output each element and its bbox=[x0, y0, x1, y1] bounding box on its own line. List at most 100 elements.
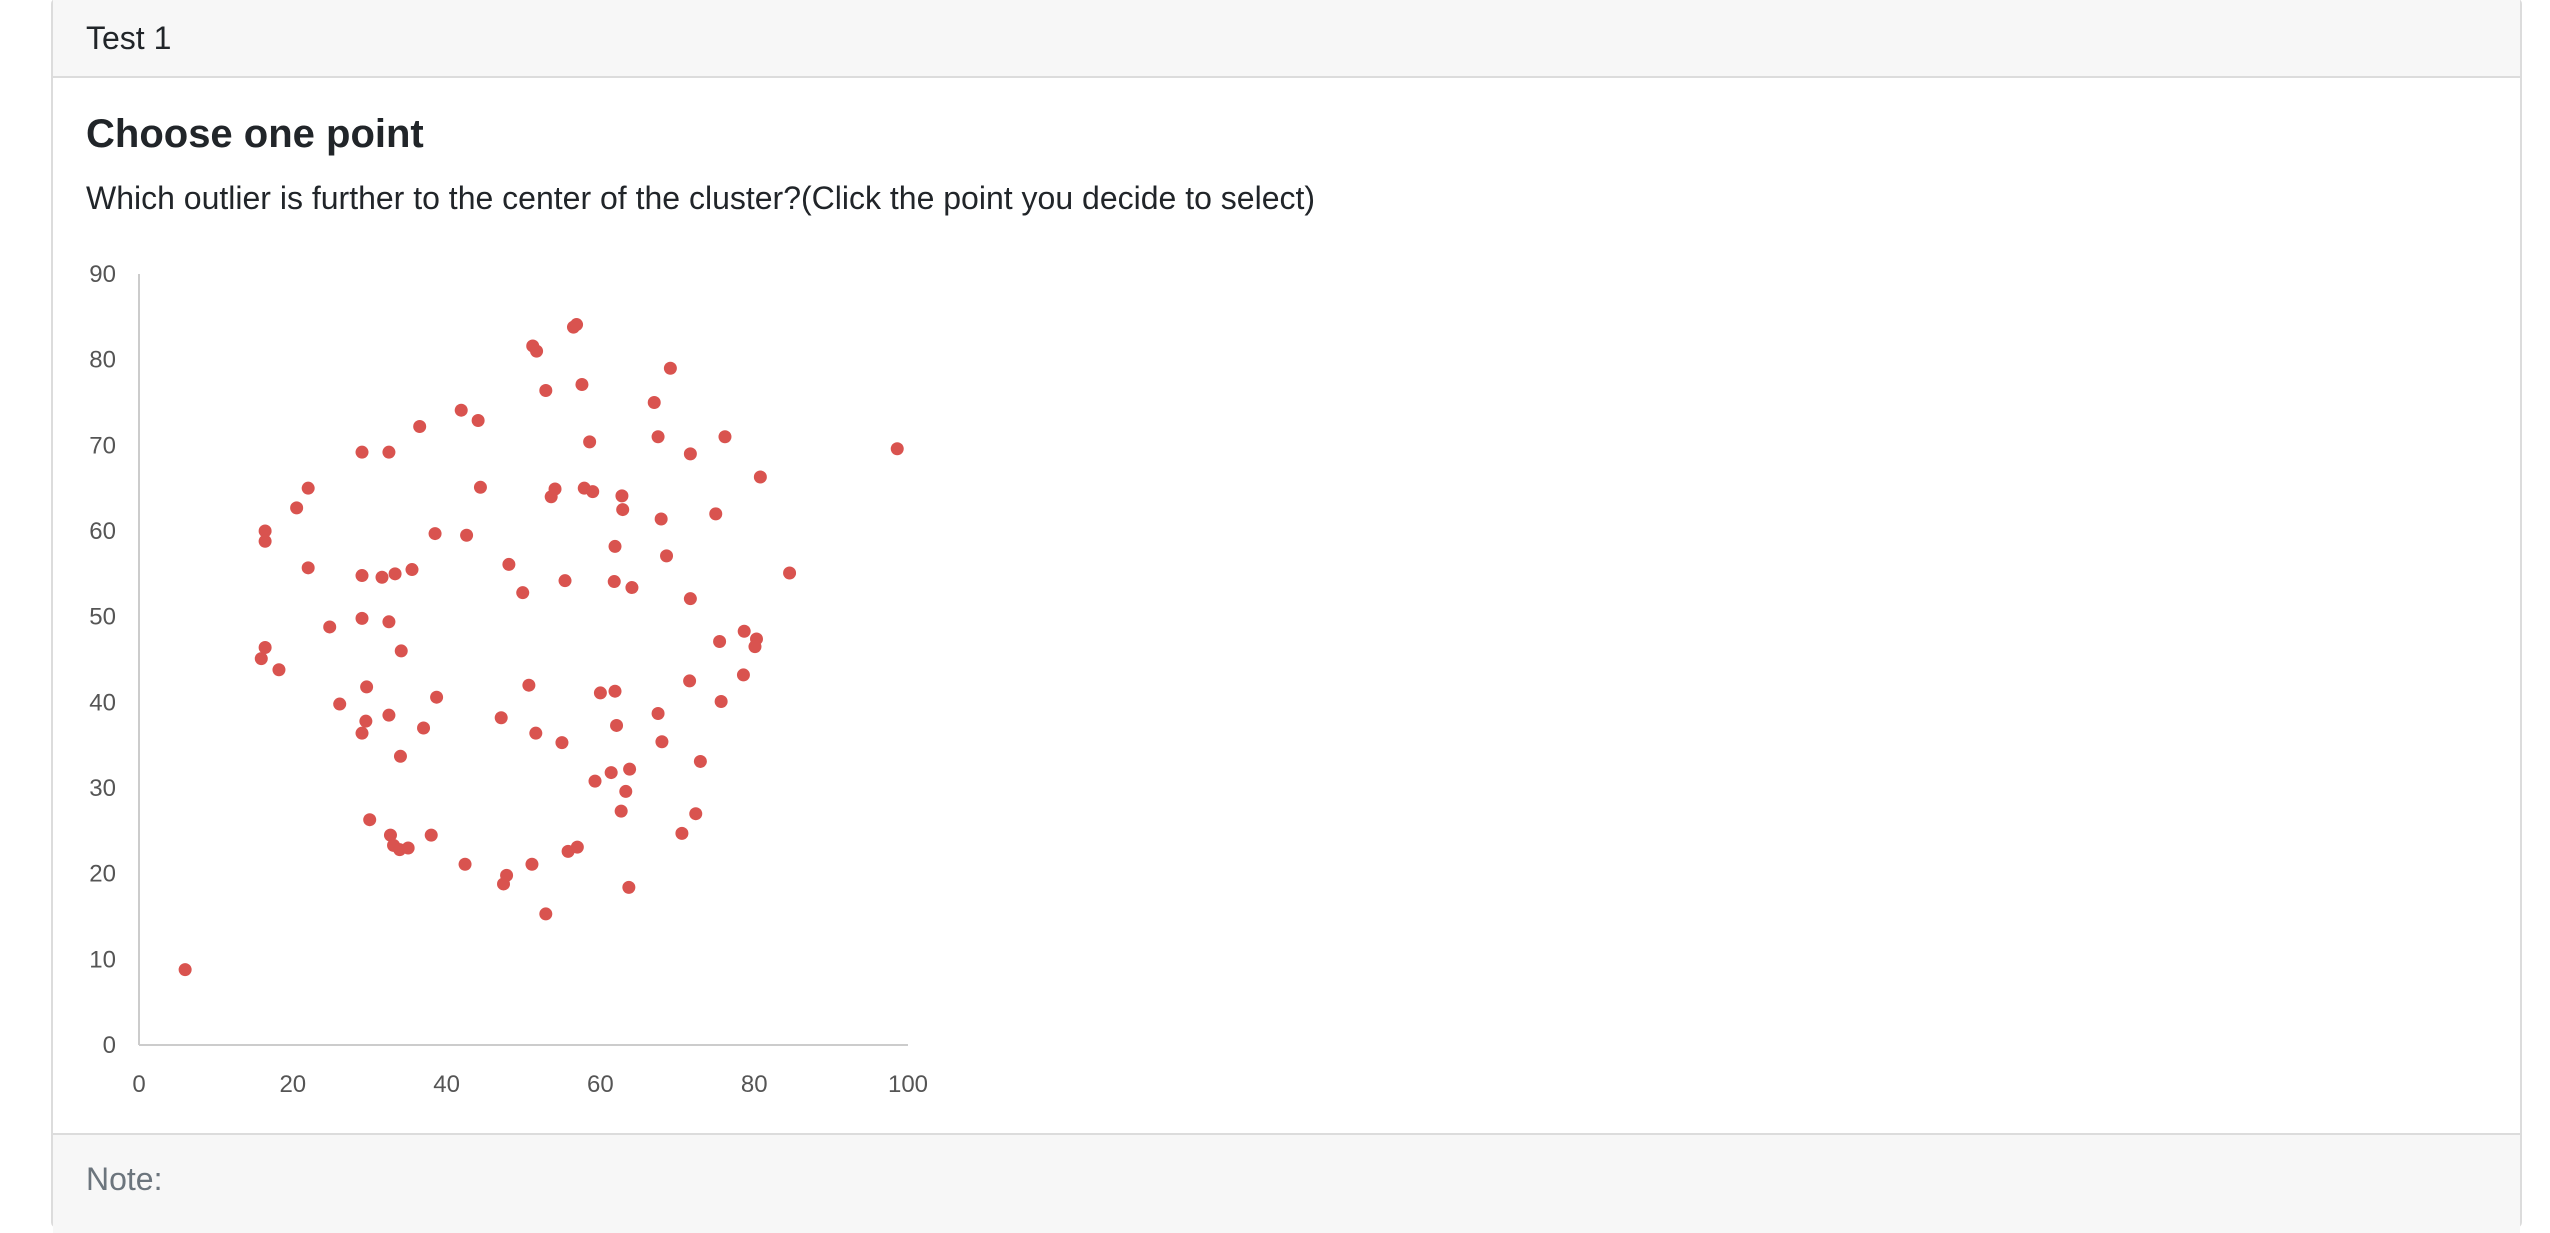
scatter-point[interactable] bbox=[355, 726, 369, 740]
scatter-point[interactable] bbox=[539, 907, 553, 921]
x-tick-label: 100 bbox=[888, 1071, 928, 1098]
scatter-point[interactable] bbox=[583, 435, 597, 449]
scatter-point[interactable] bbox=[254, 652, 268, 666]
scatter-point[interactable] bbox=[394, 644, 408, 658]
scatter-point[interactable] bbox=[689, 807, 703, 821]
scatter-point[interactable] bbox=[382, 445, 396, 459]
scatter-point[interactable] bbox=[413, 419, 427, 433]
scatter-point[interactable] bbox=[424, 828, 438, 842]
scatter-point[interactable] bbox=[718, 430, 732, 444]
scatter-point[interactable] bbox=[539, 384, 553, 398]
scatter-point[interactable] bbox=[675, 826, 689, 840]
scatter-point[interactable] bbox=[525, 857, 539, 871]
scatter-point[interactable] bbox=[647, 396, 661, 409]
scatter-point[interactable] bbox=[709, 507, 723, 521]
scatter-point[interactable] bbox=[355, 445, 369, 459]
scatter-point[interactable] bbox=[363, 813, 377, 827]
scatter-point[interactable] bbox=[548, 482, 562, 496]
scatter-point[interactable] bbox=[522, 678, 536, 692]
scatter-point[interactable] bbox=[460, 528, 474, 542]
chart-points[interactable] bbox=[178, 318, 904, 977]
scatter-point[interactable] bbox=[622, 880, 636, 894]
y-tick-label: 90 bbox=[89, 261, 116, 288]
scatter-point[interactable] bbox=[405, 563, 419, 577]
scatter-point[interactable] bbox=[713, 635, 727, 649]
scatter-point[interactable] bbox=[783, 566, 797, 580]
scatter-point[interactable] bbox=[178, 963, 192, 977]
x-tick-label: 60 bbox=[587, 1071, 614, 1098]
scatter-point[interactable] bbox=[272, 663, 286, 677]
scatter-point[interactable] bbox=[529, 726, 543, 740]
scatter-point[interactable] bbox=[625, 581, 639, 595]
y-tick-label: 0 bbox=[103, 1032, 116, 1059]
scatter-point[interactable] bbox=[502, 557, 516, 571]
scatter-point[interactable] bbox=[382, 615, 396, 629]
scatter-point[interactable] bbox=[355, 569, 369, 583]
scatter-point[interactable] bbox=[516, 586, 530, 600]
scatter-point[interactable] bbox=[473, 480, 487, 494]
scatter-point[interactable] bbox=[619, 784, 633, 798]
scatter-point[interactable] bbox=[471, 413, 485, 427]
scatter-point[interactable] bbox=[607, 575, 621, 589]
scatter-point[interactable] bbox=[401, 841, 415, 855]
scatter-point[interactable] bbox=[393, 749, 407, 763]
scatter-point[interactable] bbox=[714, 694, 728, 708]
scatter-point[interactable] bbox=[616, 503, 630, 517]
scatter-point[interactable] bbox=[588, 774, 602, 788]
scatter-point[interactable] bbox=[586, 485, 600, 499]
scatter-point[interactable] bbox=[610, 718, 624, 732]
scatter-point[interactable] bbox=[753, 470, 767, 484]
scatter-point[interactable] bbox=[683, 674, 697, 688]
scatter-point[interactable] bbox=[258, 641, 272, 655]
scatter-point[interactable] bbox=[500, 868, 514, 882]
scatter-point[interactable] bbox=[428, 527, 442, 541]
scatter-point[interactable] bbox=[359, 714, 373, 728]
scatter-point[interactable] bbox=[458, 857, 472, 871]
scatter-point[interactable] bbox=[333, 697, 347, 711]
scatter-point[interactable] bbox=[748, 640, 762, 654]
scatter-point[interactable] bbox=[737, 624, 751, 638]
scatter-point[interactable] bbox=[654, 512, 668, 526]
scatter-point[interactable] bbox=[693, 754, 707, 768]
scatter-point[interactable] bbox=[651, 706, 665, 720]
scatter-point[interactable] bbox=[323, 620, 337, 634]
scatter-point[interactable] bbox=[593, 686, 607, 700]
scatter-point[interactable] bbox=[558, 574, 572, 588]
scatter-point[interactable] bbox=[604, 766, 618, 780]
scatter-point[interactable] bbox=[258, 534, 272, 548]
scatter-point[interactable] bbox=[430, 690, 444, 704]
scatter-point[interactable] bbox=[417, 721, 431, 735]
scatter-point[interactable] bbox=[651, 430, 665, 444]
scatter-point[interactable] bbox=[615, 489, 629, 503]
scatter-point[interactable] bbox=[382, 708, 396, 722]
scatter-point[interactable] bbox=[570, 318, 584, 332]
scatter-point[interactable] bbox=[360, 680, 374, 694]
y-tick-label: 20 bbox=[89, 861, 116, 888]
y-axis-ticks: 0 10 20 30 40 50 60 70 80 90 bbox=[89, 261, 116, 1059]
scatter-point[interactable] bbox=[301, 481, 315, 495]
scatter-point[interactable] bbox=[301, 561, 315, 575]
scatter-point[interactable] bbox=[375, 570, 389, 584]
scatter-point[interactable] bbox=[575, 378, 589, 392]
scatter-point[interactable] bbox=[655, 735, 669, 749]
scatter-point[interactable] bbox=[555, 736, 569, 750]
scatter-point[interactable] bbox=[570, 840, 584, 854]
scatter-point[interactable] bbox=[454, 403, 468, 417]
scatter-point[interactable] bbox=[660, 549, 674, 563]
scatter-point[interactable] bbox=[355, 611, 369, 625]
scatter-point[interactable] bbox=[683, 592, 697, 606]
scatter-point[interactable] bbox=[614, 804, 628, 818]
scatter-point[interactable] bbox=[608, 684, 622, 698]
scatter-point[interactable] bbox=[494, 711, 508, 725]
scatter-point[interactable] bbox=[623, 762, 637, 776]
scatter-point[interactable] bbox=[388, 567, 402, 581]
y-tick-label: 30 bbox=[89, 775, 116, 802]
scatter-point[interactable] bbox=[290, 501, 304, 515]
scatter-point[interactable] bbox=[663, 361, 677, 375]
scatter-point[interactable] bbox=[608, 539, 622, 553]
scatter-point[interactable] bbox=[683, 447, 697, 461]
scatter-point[interactable] bbox=[890, 442, 904, 456]
scatter-point[interactable] bbox=[736, 668, 750, 682]
scatter-point[interactable] bbox=[530, 344, 544, 358]
y-tick-label: 40 bbox=[89, 689, 116, 716]
